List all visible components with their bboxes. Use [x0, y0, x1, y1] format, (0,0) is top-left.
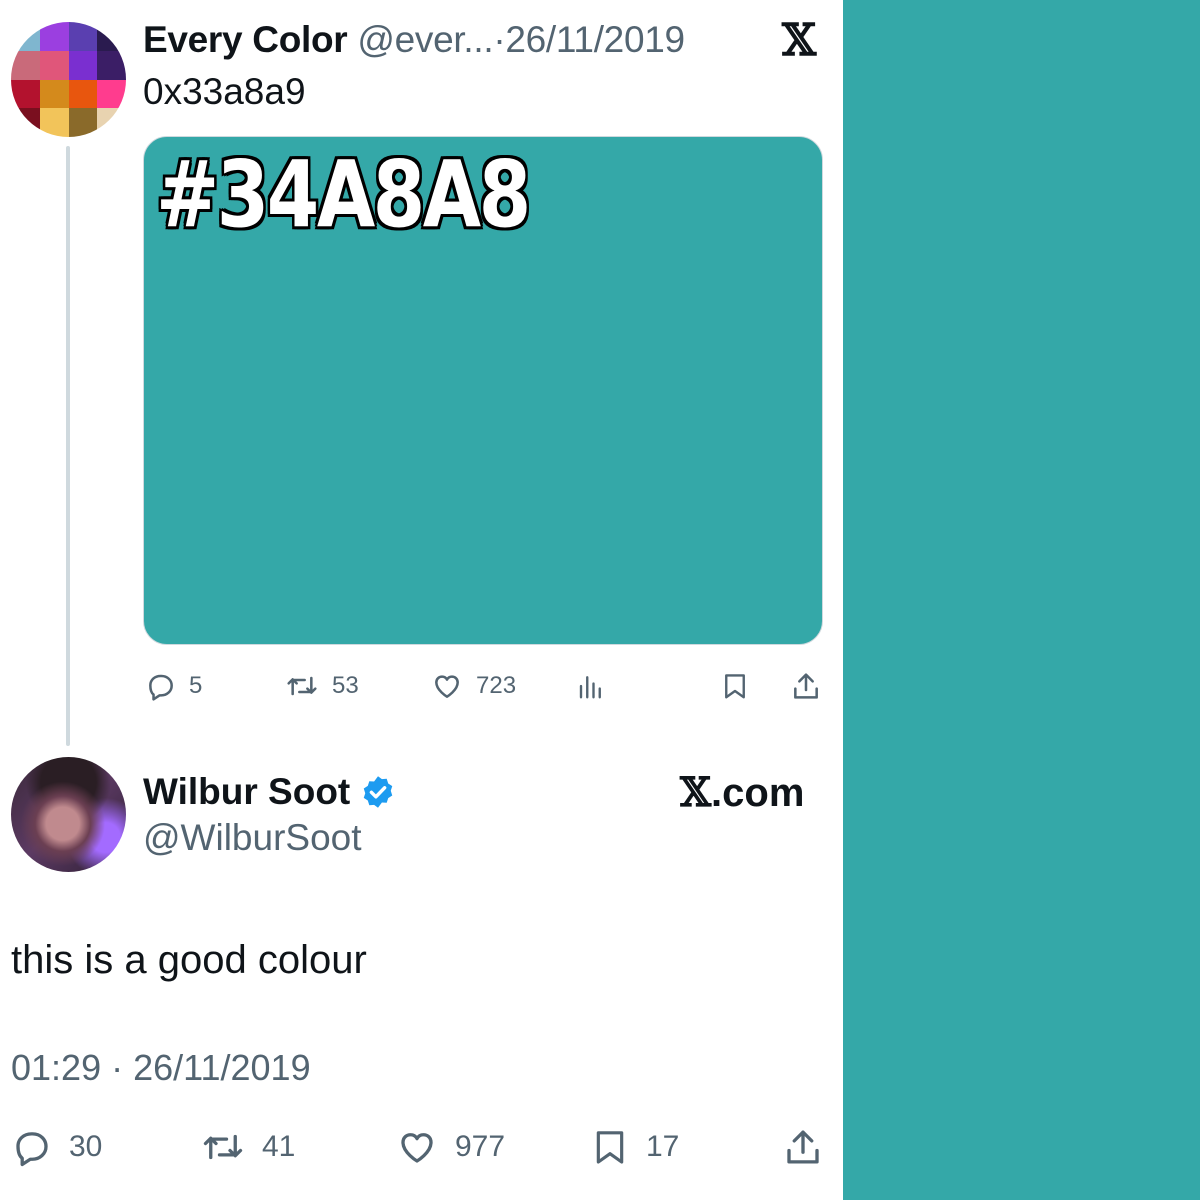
- avatar-color-cell: [11, 50, 40, 80]
- tweet1-text: 0x33a8a9: [143, 71, 306, 112]
- tweet1-reply-count: 5: [189, 672, 203, 699]
- avatar-color-cell: [97, 79, 126, 109]
- tweet1-header: Every Color @ever...·26/11/2019: [143, 18, 685, 62]
- tweet1-views-button[interactable]: [576, 668, 606, 704]
- tweet2-retweet-count: 41: [262, 1130, 296, 1163]
- tweet2-reply-button[interactable]: 30: [11, 1124, 102, 1170]
- x-logo-icon: 𝕏: [680, 769, 712, 816]
- tweet1-share-button[interactable]: [789, 668, 823, 704]
- tweet1-retweet-button[interactable]: 53: [284, 668, 359, 704]
- avatar-color-cell: [68, 108, 98, 137]
- tweet2-handle[interactable]: @WilburSoot: [143, 816, 362, 860]
- tweet2-display-name[interactable]: Wilbur Soot: [143, 770, 350, 814]
- tweet2-bookmark-count: 17: [646, 1130, 680, 1163]
- tweet1-date[interactable]: 26/11/2019: [505, 19, 685, 60]
- avatar-color-cell: [39, 50, 69, 80]
- tweet2-like-count: 977: [455, 1130, 506, 1163]
- x-com-suffix: .com: [711, 771, 805, 815]
- avatar-color-cell: [68, 79, 98, 109]
- tweet2-timestamp[interactable]: 01:29 · 26/11/2019: [11, 1046, 311, 1090]
- avatar-color-cell: [39, 22, 69, 51]
- heart-icon: [435, 675, 459, 698]
- bookmark-icon: [725, 674, 745, 699]
- tweet2-reply-count: 30: [69, 1130, 103, 1163]
- wilbur-soot-avatar[interactable]: [11, 757, 126, 872]
- share-icon: [787, 1130, 819, 1164]
- tweet1-like-count: 723: [476, 672, 517, 699]
- verified-badge-icon: [364, 776, 393, 808]
- tweet2-bookmark-button[interactable]: 17: [590, 1124, 679, 1170]
- tweet2-retweet-button[interactable]: 41: [200, 1124, 295, 1170]
- tweet1-display-name[interactable]: Every Color: [143, 19, 348, 60]
- views-icon: [579, 676, 601, 699]
- retweet-icon: [203, 1134, 243, 1160]
- avatar-color-cell: [39, 79, 69, 109]
- tweet1-reply-button[interactable]: 5: [145, 668, 202, 704]
- reply-icon: [16, 1132, 48, 1167]
- tweet2-share-button[interactable]: [782, 1124, 824, 1170]
- every-color-avatar[interactable]: [11, 22, 126, 137]
- avatar-color-cell: [39, 108, 69, 137]
- retweet-icon: [287, 676, 317, 696]
- reply-icon: [149, 674, 173, 701]
- bookmark-icon: [596, 1131, 624, 1164]
- avatar-color-cell: [11, 22, 40, 51]
- tweet2-display-name-row[interactable]: Wilbur Soot: [143, 770, 396, 814]
- avatar-color-cell: [97, 50, 126, 80]
- avatar-color-cell: [11, 108, 40, 137]
- heart-icon: [401, 1133, 433, 1163]
- share-icon: [794, 673, 818, 699]
- x-com-watermark: 𝕏.com: [680, 770, 804, 816]
- tweet1-retweet-count: 53: [332, 672, 359, 699]
- color-swatch-panel: [843, 0, 1200, 1200]
- avatar-color-cell: [68, 50, 98, 80]
- tweet1-separator: ·: [493, 19, 506, 60]
- tweet1-like-button[interactable]: 723: [430, 668, 516, 704]
- media-hex-label: #34A8A8: [156, 141, 531, 248]
- tweet2-text: this is a good colour: [11, 938, 367, 982]
- x-logo-icon[interactable]: 𝕏: [782, 16, 816, 66]
- thread-connector-line: [66, 146, 70, 746]
- tweet1-bookmark-button[interactable]: [720, 668, 750, 704]
- avatar-color-cell: [97, 22, 126, 51]
- tweet2-like-button[interactable]: 977: [395, 1124, 505, 1170]
- avatar-color-cell: [97, 108, 126, 137]
- avatar-color-cell: [11, 79, 40, 109]
- avatar-color-cell: [68, 22, 98, 51]
- tweet1-handle[interactable]: @ever...: [357, 19, 493, 60]
